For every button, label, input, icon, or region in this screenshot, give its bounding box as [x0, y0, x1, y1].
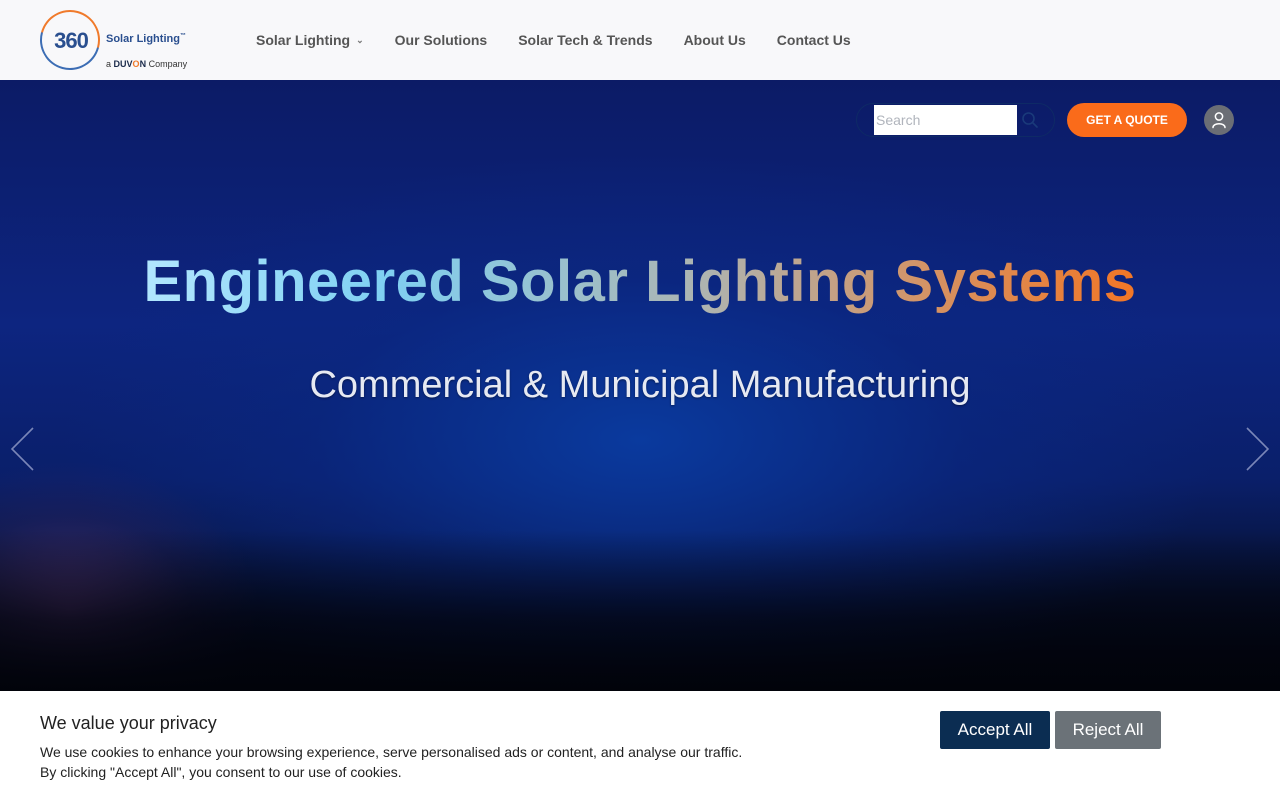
cookie-consent-banner: We value your privacy We use cookies to …: [0, 691, 1280, 800]
nav-item-solar-lighting[interactable]: Solar Lighting ⌄: [256, 32, 364, 48]
search-input[interactable]: [874, 105, 1017, 135]
logo-parent-company: a DUVON Company: [106, 59, 188, 69]
nav-item-about-us[interactable]: About Us: [684, 32, 746, 48]
cookie-text-line-1: We use cookies to enhance your browsing …: [40, 744, 743, 760]
nav-item-contact-us[interactable]: Contact Us: [777, 32, 851, 48]
search-box: [856, 103, 1055, 137]
reject-all-button[interactable]: Reject All: [1055, 711, 1161, 749]
accept-all-button[interactable]: Accept All: [940, 711, 1050, 749]
chevron-down-icon: ⌄: [356, 34, 364, 45]
nav-item-our-solutions[interactable]: Our Solutions: [395, 32, 488, 48]
logo-name: Solar Lighting™: [106, 33, 186, 45]
get-a-quote-button[interactable]: GET A QUOTE: [1067, 103, 1187, 137]
hero-title: Engineered Solar Lighting Systems: [0, 248, 1280, 315]
slider-next-arrow-icon[interactable]: [1242, 426, 1272, 472]
user-account-button[interactable]: [1204, 105, 1234, 135]
user-icon: [1212, 112, 1226, 129]
slider-prev-arrow-icon[interactable]: [8, 426, 38, 472]
cookie-text-line-2: By clicking "Accept All", you consent to…: [40, 764, 402, 780]
nav-item-label: Solar Lighting: [256, 32, 351, 48]
hero-background-ground: [0, 530, 1280, 692]
nav-item-solar-tech-trends[interactable]: Solar Tech & Trends: [518, 32, 652, 48]
site-header: 360 Solar Lighting™ a DUVON Company Sola…: [0, 0, 1280, 81]
logo-number: 360: [54, 28, 89, 53]
cookie-description: We use cookies to enhance your browsing …: [40, 742, 800, 782]
hero-subtitle: Commercial & Municipal Manufacturing: [309, 364, 971, 406]
brand-logo[interactable]: 360 Solar Lighting™ a DUVON Company: [29, 0, 213, 81]
main-nav: Solar Lighting ⌄ Our Solutions Solar Tec…: [256, 32, 882, 48]
cookie-title: We value your privacy: [40, 713, 217, 733]
search-icon[interactable]: [1021, 111, 1041, 131]
